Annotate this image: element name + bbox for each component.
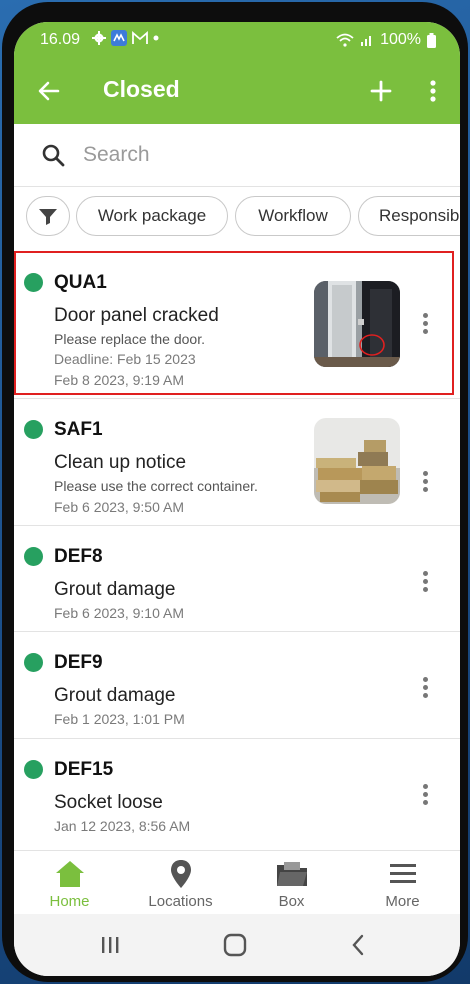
app-notification-icon	[111, 30, 127, 46]
battery-icon	[427, 32, 436, 48]
bottom-navigation: Home Locations Box More	[14, 850, 460, 915]
nav-label: Home	[49, 893, 90, 910]
item-title: Grout damage	[54, 579, 176, 600]
boxes-photo-thumbnail[interactable]	[314, 418, 400, 504]
nav-home[interactable]: Home	[14, 851, 125, 915]
item-code: DEF9	[54, 652, 103, 673]
recent-apps-icon[interactable]	[100, 935, 120, 955]
signal-icon	[361, 36, 372, 46]
search-placeholder: Search	[83, 143, 150, 166]
mail-icon	[132, 31, 148, 44]
home-button-icon[interactable]	[223, 933, 247, 957]
item-date: Jan 12 2023, 8:56 AM	[54, 818, 191, 834]
item-menu-icon[interactable]	[418, 569, 432, 593]
nav-more[interactable]: More	[347, 851, 458, 915]
status-dot	[24, 420, 43, 439]
app-screen: 16.09 100% Closed Search Work package Wo…	[14, 22, 460, 976]
search-icon	[40, 142, 66, 168]
list-item[interactable]: DEF9 Grout damage Feb 1 2023, 1:01 PM	[14, 632, 460, 738]
list-item[interactable]: SAF1 Clean up notice Please use the corr…	[14, 399, 460, 525]
item-code: DEF8	[54, 546, 103, 567]
overflow-menu-icon[interactable]	[418, 76, 448, 106]
filter-icon-button[interactable]	[26, 196, 70, 236]
filter-funnel-icon	[39, 209, 57, 225]
item-code: DEF15	[54, 759, 114, 780]
back-button-icon[interactable]	[350, 933, 366, 957]
item-title: Clean up notice	[54, 452, 187, 473]
menu-icon	[390, 864, 416, 883]
chip-workflow[interactable]: Workflow	[235, 196, 351, 236]
list-item[interactable]: DEF8 Grout damage Feb 6 2023, 9:10 AM	[14, 526, 460, 631]
nav-label: Box	[278, 893, 305, 910]
status-time: 16.09	[40, 31, 81, 48]
status-dot	[24, 547, 43, 566]
search-bar[interactable]: Search	[14, 124, 460, 186]
item-title: Socket loose	[54, 792, 163, 813]
system-navigation-bar	[14, 914, 460, 976]
wifi-icon	[336, 33, 354, 47]
item-menu-icon[interactable]	[418, 675, 432, 699]
dot-icon	[153, 35, 159, 41]
item-date: Feb 1 2023, 1:01 PM	[54, 711, 185, 727]
location-pin-icon	[171, 860, 191, 888]
item-menu-icon[interactable]	[418, 469, 432, 493]
filter-chips-row: Work package Workflow Responsib	[14, 186, 460, 250]
nav-box[interactable]: Box	[236, 851, 347, 915]
chip-work-package[interactable]: Work package	[76, 196, 228, 236]
item-date: Feb 6 2023, 9:10 AM	[54, 605, 184, 621]
item-code: SAF1	[54, 419, 103, 440]
chip-responsible[interactable]: Responsib	[358, 196, 460, 236]
settings-gear-icon	[92, 31, 106, 45]
back-arrow-icon[interactable]	[34, 76, 64, 106]
item-description: Please use the correct container.	[54, 478, 258, 494]
status-dot	[24, 760, 43, 779]
folder-icon	[277, 862, 307, 886]
page-title: Closed	[103, 76, 180, 102]
status-dot	[24, 653, 43, 672]
top-bar: 16.09 100% Closed	[14, 22, 460, 124]
item-menu-icon[interactable]	[418, 782, 432, 806]
item-title: Grout damage	[54, 685, 176, 706]
status-bar: 16.09 100%	[14, 22, 460, 56]
list-item[interactable]: DEF15 Socket loose Jan 12 2023, 8:56 AM	[14, 739, 460, 847]
selection-highlight	[14, 251, 454, 395]
home-icon	[56, 861, 84, 887]
nav-label: Locations	[148, 893, 213, 910]
nav-label: More	[385, 893, 420, 910]
phone-frame: 16.09 100% Closed Search Work package Wo…	[2, 2, 468, 982]
add-icon[interactable]	[366, 76, 396, 106]
battery-percent: 100%	[380, 31, 421, 48]
nav-locations[interactable]: Locations	[125, 851, 236, 915]
item-date: Feb 6 2023, 9:50 AM	[54, 499, 184, 515]
